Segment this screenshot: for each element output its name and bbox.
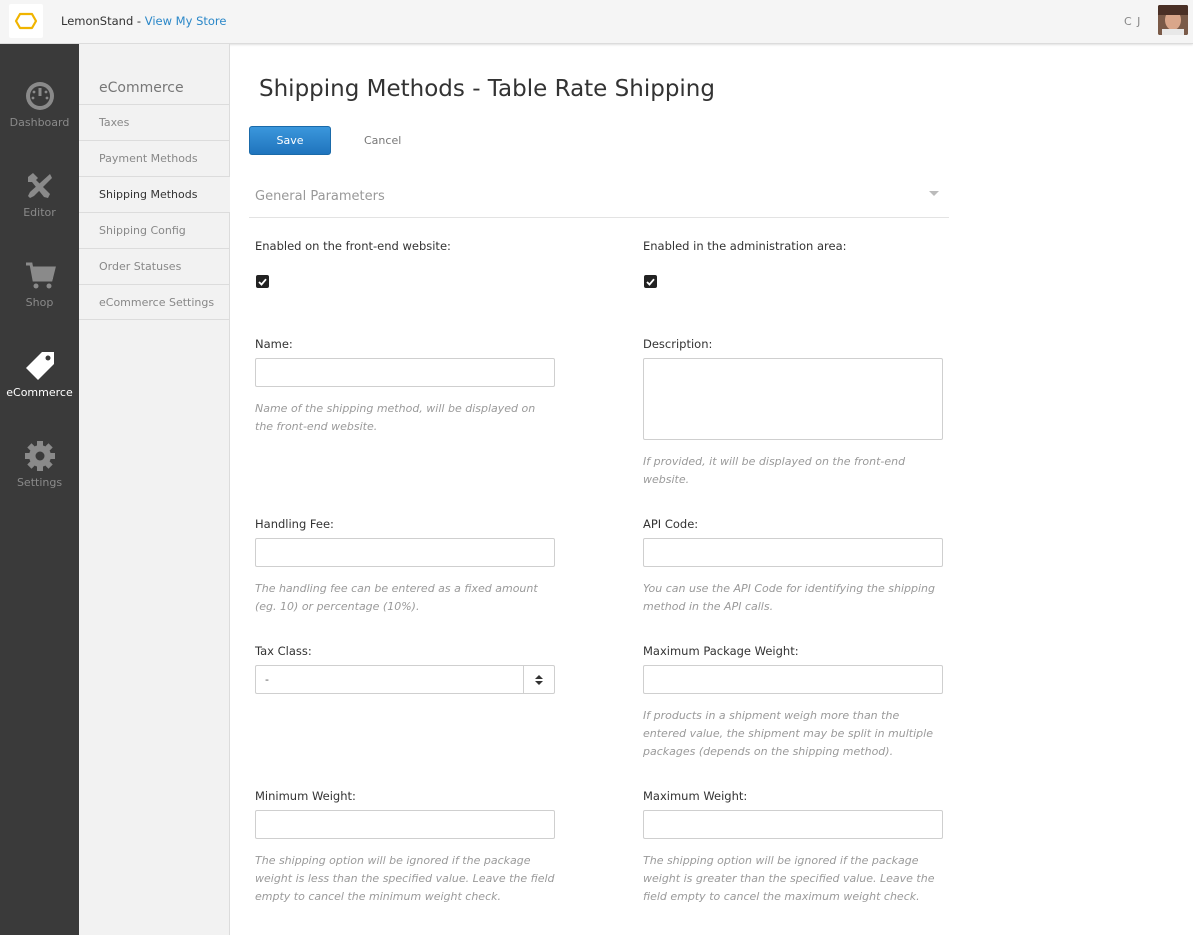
tax-class-label: Tax Class: xyxy=(255,644,312,658)
top-bar: LemonStand - View My Store C J xyxy=(0,0,1193,44)
handling-fee-label: Handling Fee: xyxy=(255,517,334,531)
avatar[interactable] xyxy=(1158,5,1188,35)
handling-fee-help: The handling fee can be entered as a fix… xyxy=(255,582,538,613)
description-textarea[interactable] xyxy=(643,358,943,440)
sidebar-item-label: Dashboard xyxy=(9,116,70,129)
brand-separator: - xyxy=(133,14,145,28)
name-input[interactable] xyxy=(255,358,555,387)
caret-down-icon xyxy=(929,191,939,196)
brand: LemonStand - View My Store xyxy=(61,14,226,28)
subnav-item-taxes[interactable]: Taxes xyxy=(79,104,230,140)
section-label: General Parameters xyxy=(255,189,385,204)
checkmark-icon xyxy=(646,278,655,286)
page-title: Shipping Methods - Table Rate Shipping xyxy=(259,76,715,102)
subnav-item-shipping-methods[interactable]: Shipping Methods xyxy=(79,176,230,212)
max-weight-input[interactable] xyxy=(643,810,943,839)
max-weight-label: Maximum Weight: xyxy=(643,789,748,803)
subnav-item-payment-methods[interactable]: Payment Methods xyxy=(79,140,230,176)
subnav-title: eCommerce xyxy=(99,80,184,96)
min-weight-input[interactable] xyxy=(255,810,555,839)
sidebar-item-settings[interactable]: Settings xyxy=(0,440,79,489)
name-help: Name of the shipping method, will be dis… xyxy=(255,402,536,433)
enabled-frontend-checkbox[interactable] xyxy=(256,275,269,288)
dashboard-icon xyxy=(25,82,54,110)
sidebar-item-label: Shop xyxy=(25,296,54,309)
max-package-weight-input[interactable] xyxy=(643,665,943,694)
save-button[interactable]: Save xyxy=(249,126,331,155)
tag-icon xyxy=(25,352,54,380)
sidebar-item-label: Editor xyxy=(23,206,56,219)
select-arrows-icon xyxy=(523,666,554,693)
sidebar-item-label: Settings xyxy=(16,476,63,489)
ecommerce-subnav: eCommerce Taxes Payment Methods Shipping… xyxy=(79,44,230,935)
brand-name: LemonStand xyxy=(61,14,134,28)
description-label: Description: xyxy=(643,337,713,351)
gear-icon xyxy=(24,441,55,471)
user-initials[interactable]: C J xyxy=(1124,15,1141,28)
min-weight-help: The shipping option will be ignored if t… xyxy=(255,854,555,903)
sidebar-item-editor[interactable]: Editor xyxy=(0,170,79,219)
sidebar-item-ecommerce[interactable]: eCommerce xyxy=(0,350,79,399)
api-code-label: API Code: xyxy=(643,517,699,531)
description-help: If provided, it will be displayed on the… xyxy=(643,455,906,486)
editor-icon xyxy=(27,173,52,198)
checkmark-icon xyxy=(258,278,267,286)
max-package-weight-help: If products in a shipment weigh more tha… xyxy=(643,709,933,758)
general-parameters-header[interactable]: General Parameters xyxy=(249,176,949,218)
min-weight-label: Minimum Weight: xyxy=(255,789,356,803)
tax-class-select[interactable]: - xyxy=(255,665,555,694)
max-package-weight-label: Maximum Package Weight: xyxy=(643,644,799,658)
subnav-list: Taxes Payment Methods Shipping Methods S… xyxy=(79,104,230,320)
sidebar-item-dashboard[interactable]: Dashboard xyxy=(0,80,79,129)
lemonstand-logo[interactable] xyxy=(9,4,43,38)
subnav-item-ecommerce-settings[interactable]: eCommerce Settings xyxy=(79,284,230,320)
sidebar-item-shop[interactable]: Shop xyxy=(0,260,79,309)
lemon-logo-icon xyxy=(14,12,38,30)
cancel-button[interactable]: Cancel xyxy=(364,134,401,147)
view-my-store-link[interactable]: View My Store xyxy=(145,14,227,28)
enabled-admin-label: Enabled in the administration area: xyxy=(643,239,847,253)
tax-class-selected: - xyxy=(265,673,269,686)
api-code-help: You can use the API Code for identifying… xyxy=(643,582,935,613)
subnav-item-order-statuses[interactable]: Order Statuses xyxy=(79,248,230,284)
handling-fee-input[interactable] xyxy=(255,538,555,567)
cart-icon xyxy=(25,262,56,289)
sidebar-item-label: eCommerce xyxy=(6,386,73,399)
max-weight-help: The shipping option will be ignored if t… xyxy=(643,854,935,903)
main-content: Shipping Methods - Table Rate Shipping S… xyxy=(230,44,1193,935)
avatar-image xyxy=(1158,5,1188,35)
enabled-admin-checkbox[interactable] xyxy=(644,275,657,288)
enabled-frontend-label: Enabled on the front-end website: xyxy=(255,239,451,253)
name-label: Name: xyxy=(255,337,293,351)
subnav-item-shipping-config[interactable]: Shipping Config xyxy=(79,212,230,248)
api-code-input[interactable] xyxy=(643,538,943,567)
main-sidebar: Dashboard Editor Shop eCommerce Settings xyxy=(0,44,79,935)
